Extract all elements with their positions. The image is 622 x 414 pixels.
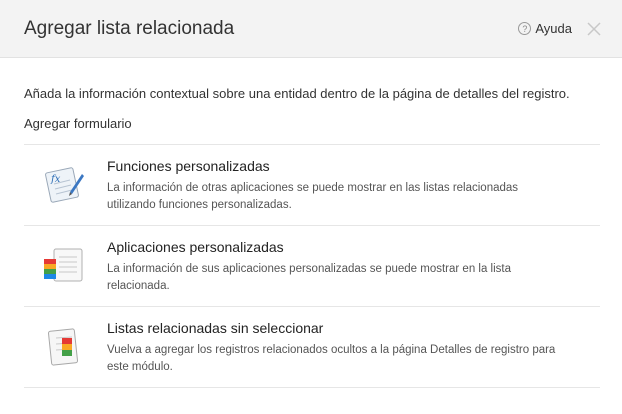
intro-text: Añada la información contextual sobre un… [24,86,570,101]
help-link[interactable]: ? Ayuda [518,21,572,36]
section-label: Agregar formulario [24,116,132,131]
related-list-icon [47,328,79,366]
help-label: Ayuda [535,21,572,36]
option-description: La información de sus aplicaciones perso… [107,263,512,292]
question-mark-icon: ? [518,22,532,35]
option-title: Aplicaciones personalizadas [107,239,284,255]
dialog-header: Agregar lista relacionada ? Ayuda [0,0,622,58]
dialog-body: Añada la información contextual sobre un… [0,58,622,388]
option-unselected-related-lists[interactable]: Listas relacionadas sin seleccionar Vuel… [24,307,600,388]
option-description: Vuelva a agregar los registros relaciona… [107,344,556,373]
svg-text:fx: fx [50,174,61,185]
option-text: Listas relacionadas sin seleccionar Vuel… [107,320,600,376]
option-title: Funciones personalizadas [107,158,270,174]
custom-function-icon: fx [45,167,84,203]
option-custom-apps[interactable]: Aplicaciones personalizadas La informaci… [24,226,600,307]
option-text: Aplicaciones personalizadas La informaci… [107,239,600,295]
custom-app-icon [44,248,83,282]
option-title: Listas relacionadas sin seleccionar [107,320,324,336]
header-actions: ? Ayuda [518,21,602,37]
add-related-list-dialog: Agregar lista relacionada ? Ayuda Añada … [0,0,622,414]
option-custom-functions[interactable]: fx Funciones personalizadas La informaci… [24,145,600,226]
option-text: Funciones personalizadas La información … [107,158,600,214]
close-icon[interactable] [586,21,602,37]
option-description: La información de otras aplicaciones se … [107,182,519,211]
option-list: fx Funciones personalizadas La informaci… [24,144,600,388]
dialog-title: Agregar lista relacionada [24,17,235,39]
